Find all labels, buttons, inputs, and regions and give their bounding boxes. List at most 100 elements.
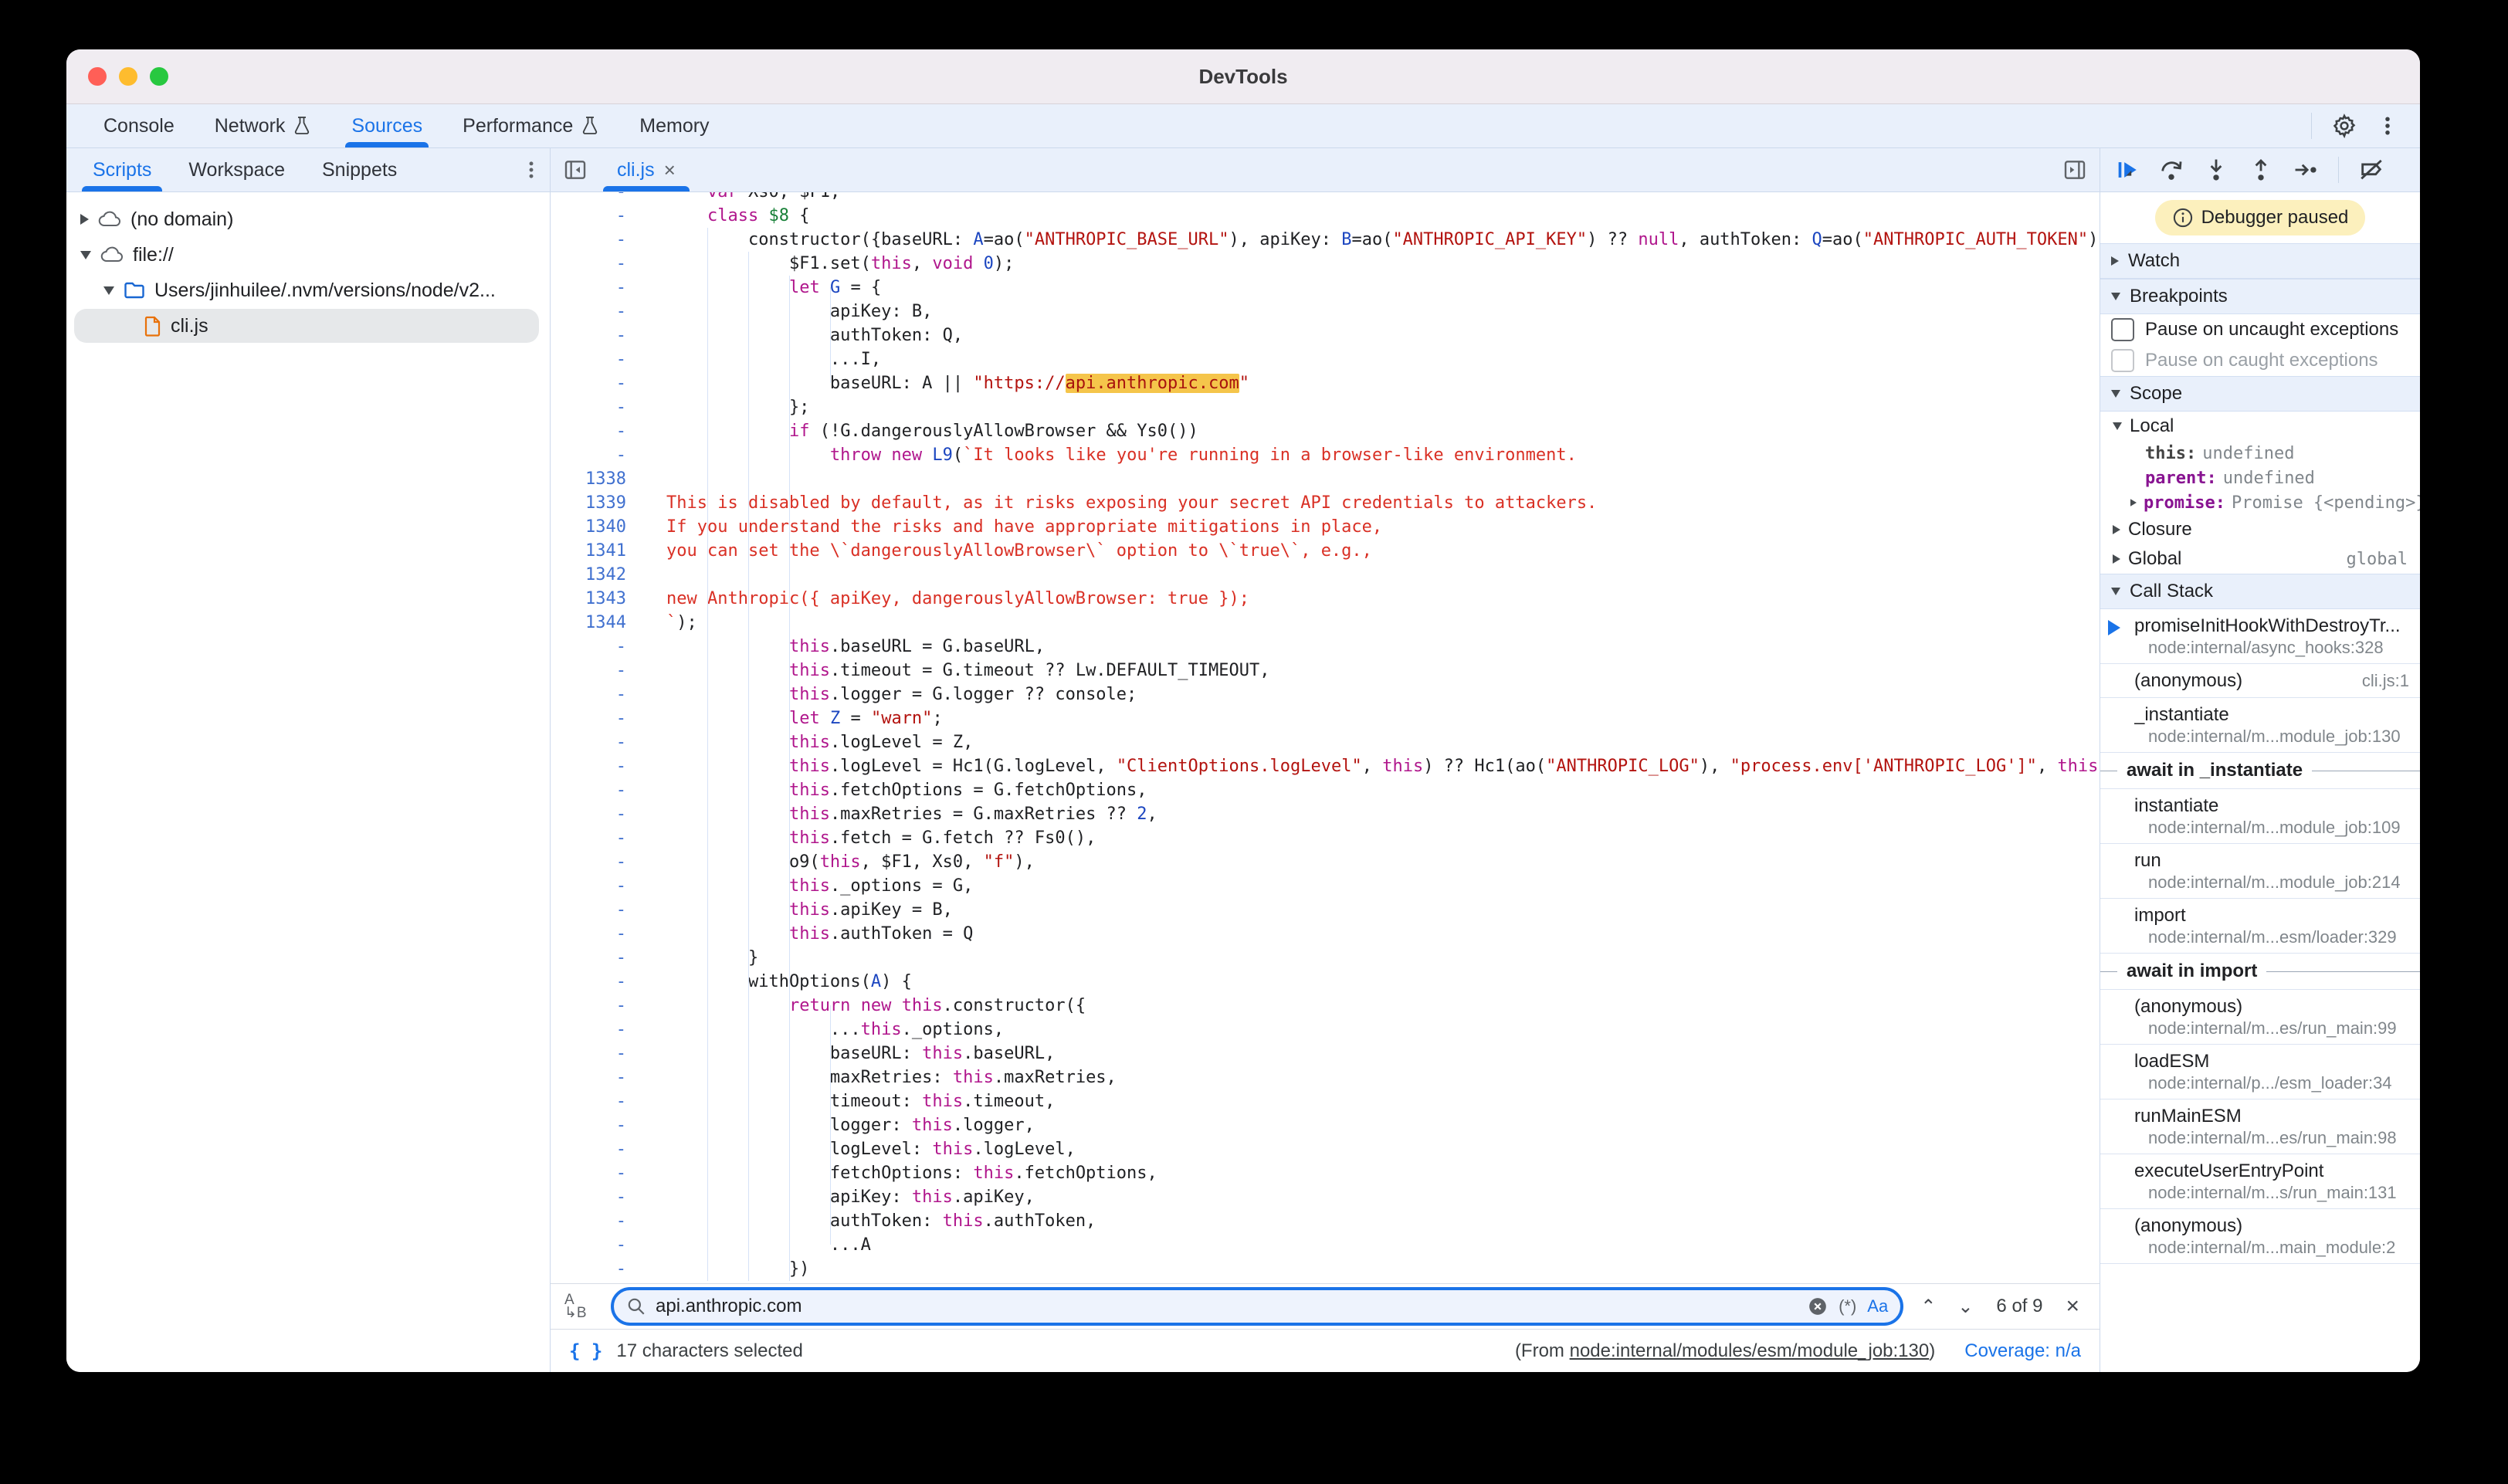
gutter-line-marker[interactable]: 1343 — [551, 587, 646, 611]
sidebar-tab-snippets[interactable]: Snippets — [303, 148, 415, 191]
call-stack-frame[interactable]: (anonymous)cli.js:1 — [2100, 664, 2420, 698]
gutter-line-marker[interactable]: - — [551, 994, 646, 1018]
code-line-text[interactable] — [646, 563, 2100, 587]
code-line-text[interactable]: throw new L9(`It looks like you're runni… — [646, 443, 2100, 467]
tree-item-users-jinhuilee-nvm-versions-node-v2-[interactable]: Users/jinhuilee/.nvm/versions/node/v2... — [66, 273, 550, 308]
code-line-text[interactable]: } — [646, 946, 2100, 970]
gutter-line-marker[interactable]: - — [551, 683, 646, 706]
scope-property-this[interactable]: this: undefined — [2100, 441, 2420, 466]
call-stack-frame[interactable]: (anonymous)node:internal/m...main_module… — [2100, 1209, 2420, 1264]
gutter-line-marker[interactable]: - — [551, 826, 646, 850]
gutter-line-marker[interactable]: - — [551, 228, 646, 252]
gutter-line-marker[interactable]: - — [551, 395, 646, 419]
code-line-text[interactable]: you can set the \`dangerouslyAllowBrowse… — [646, 539, 2100, 563]
disclosure-triangle-icon[interactable] — [2113, 554, 2120, 564]
close-find-bar-icon[interactable]: × — [2061, 1293, 2084, 1320]
scope-property-promise[interactable]: promise: Promise {<pending>} — [2100, 490, 2420, 515]
gutter-line-marker[interactable]: - — [551, 276, 646, 300]
call-stack-frame[interactable]: runnode:internal/m...module_job:214 — [2100, 844, 2420, 899]
regex-toggle-icon[interactable]: (*) — [1839, 1296, 1856, 1316]
call-stack-frame[interactable]: promiseInitHookWithDestroyTr...node:inte… — [2100, 609, 2420, 664]
tree-item--no-domain-[interactable]: (no domain) — [66, 202, 550, 237]
gutter-line-marker[interactable]: - — [551, 706, 646, 730]
code-line-text[interactable] — [646, 467, 2100, 491]
call-stack-frame[interactable]: (anonymous)node:internal/m...es/run_main… — [2100, 990, 2420, 1045]
code-line-text[interactable]: baseURL: A || "https://api.anthropic.com… — [646, 371, 2100, 395]
code-line-text[interactable]: this.logger = G.logger ?? console; — [646, 683, 2100, 706]
section-breakpoints[interactable]: Breakpoints — [2100, 279, 2420, 314]
disclosure-triangle-icon[interactable] — [80, 251, 91, 259]
code-line-text[interactable]: authToken: this.authToken, — [646, 1209, 2100, 1233]
gutter-line-marker[interactable]: - — [551, 204, 646, 228]
step-into-icon[interactable] — [2196, 151, 2236, 188]
code-line-text[interactable]: maxRetries: this.maxRetries, — [646, 1066, 2100, 1089]
collapse-navigator-icon[interactable] — [551, 148, 600, 191]
code-line-text[interactable]: ...this._options, — [646, 1018, 2100, 1042]
gutter-line-marker[interactable]: - — [551, 898, 646, 922]
gutter-line-marker[interactable]: - — [551, 1018, 646, 1042]
code-line-text[interactable]: if (!G.dangerouslyAllowBrowser && Ys0()) — [646, 419, 2100, 443]
code-line-text[interactable]: this.fetchOptions = G.fetchOptions, — [646, 778, 2100, 802]
code-line-text[interactable]: this.baseURL = G.baseURL, — [646, 635, 2100, 659]
tab-console[interactable]: Console — [83, 104, 195, 147]
code-editor[interactable]: - var Xs0, $F1;- class $8 {- constructor… — [551, 192, 2100, 1283]
gutter-line-marker[interactable]: - — [551, 324, 646, 347]
code-line-text[interactable]: If you understand the risks and have app… — [646, 515, 2100, 539]
pretty-print-icon[interactable]: { } — [569, 1340, 602, 1362]
next-match-icon[interactable]: ⌄ — [1953, 1296, 1978, 1318]
code-line-text[interactable]: apiKey: this.apiKey, — [646, 1185, 2100, 1209]
section-call-stack[interactable]: Call Stack — [2100, 574, 2420, 609]
zoom-window-button[interactable] — [150, 67, 168, 86]
more-options-kebab-icon[interactable] — [2369, 107, 2406, 144]
tab-performance[interactable]: Performance — [442, 104, 619, 147]
scope-group-closure[interactable]: Closure — [2100, 515, 2420, 544]
code-line-text[interactable]: ...A — [646, 1233, 2100, 1257]
code-line-text[interactable]: `); — [646, 611, 2100, 635]
search-input[interactable]: api.anthropic.com (*) Aa — [611, 1287, 1903, 1326]
gutter-line-marker[interactable]: - — [551, 1233, 646, 1257]
gutter-line-marker[interactable]: - — [551, 922, 646, 946]
gutter-line-marker[interactable]: - — [551, 347, 646, 371]
code-line-text[interactable]: }; — [646, 395, 2100, 419]
call-stack-frame[interactable]: importnode:internal/m...esm/loader:329 — [2100, 899, 2420, 954]
gutter-line-marker[interactable]: - — [551, 443, 646, 467]
gutter-line-marker[interactable]: 1344 — [551, 611, 646, 635]
code-line-text[interactable]: class $8 { — [646, 204, 2100, 228]
find-ab-icon[interactable]: A↳B — [560, 1293, 598, 1320]
deactivate-breakpoints-icon[interactable] — [2351, 151, 2391, 188]
gutter-line-marker[interactable]: 1340 — [551, 515, 646, 539]
code-line-text[interactable]: constructor({baseURL: A=ao("ANTHROPIC_BA… — [646, 228, 2100, 252]
tab-memory[interactable]: Memory — [619, 104, 729, 147]
code-line-text[interactable]: o9(this, $F1, Xs0, "f"), — [646, 850, 2100, 874]
call-stack-frame[interactable]: _instantiatenode:internal/m...module_job… — [2100, 698, 2420, 753]
close-window-button[interactable] — [88, 67, 107, 86]
step-icon[interactable] — [2286, 151, 2326, 188]
step-out-icon[interactable] — [2241, 151, 2281, 188]
gutter-line-marker[interactable]: - — [551, 802, 646, 826]
gutter-line-marker[interactable]: - — [551, 371, 646, 395]
code-line-text[interactable]: this.fetch = G.fetch ?? Fs0(), — [646, 826, 2100, 850]
gutter-line-marker[interactable]: - — [551, 1089, 646, 1113]
call-stack-frame[interactable]: loadESMnode:internal/p.../esm_loader:34 — [2100, 1045, 2420, 1099]
gutter-line-marker[interactable]: 1338 — [551, 467, 646, 491]
gutter-line-marker[interactable]: - — [551, 1113, 646, 1137]
scope-group-local[interactable]: Local — [2100, 412, 2420, 441]
code-line-text[interactable]: $F1.set(this, void 0); — [646, 252, 2100, 276]
code-line-text[interactable]: timeout: this.timeout, — [646, 1089, 2100, 1113]
gutter-line-marker[interactable]: 1342 — [551, 563, 646, 587]
resume-script-icon[interactable] — [2106, 151, 2147, 188]
code-line-text[interactable]: new Anthropic({ apiKey, dangerouslyAllow… — [646, 587, 2100, 611]
gutter-line-marker[interactable]: - — [551, 1066, 646, 1089]
gutter-line-marker[interactable]: - — [551, 192, 646, 204]
gutter-line-marker[interactable]: - — [551, 754, 646, 778]
code-line-text[interactable]: this.authToken = Q — [646, 922, 2100, 946]
gutter-line-marker[interactable]: - — [551, 419, 646, 443]
gutter-line-marker[interactable]: - — [551, 1185, 646, 1209]
gutter-line-marker[interactable]: - — [551, 252, 646, 276]
disclosure-triangle-icon[interactable] — [2113, 422, 2122, 430]
gutter-line-marker[interactable]: - — [551, 1161, 646, 1185]
disclosure-triangle-icon[interactable] — [2130, 499, 2137, 507]
settings-gear-icon[interactable] — [2326, 107, 2363, 144]
code-line-text[interactable]: return new this.constructor({ — [646, 994, 2100, 1018]
tab-sources[interactable]: Sources — [331, 104, 442, 147]
